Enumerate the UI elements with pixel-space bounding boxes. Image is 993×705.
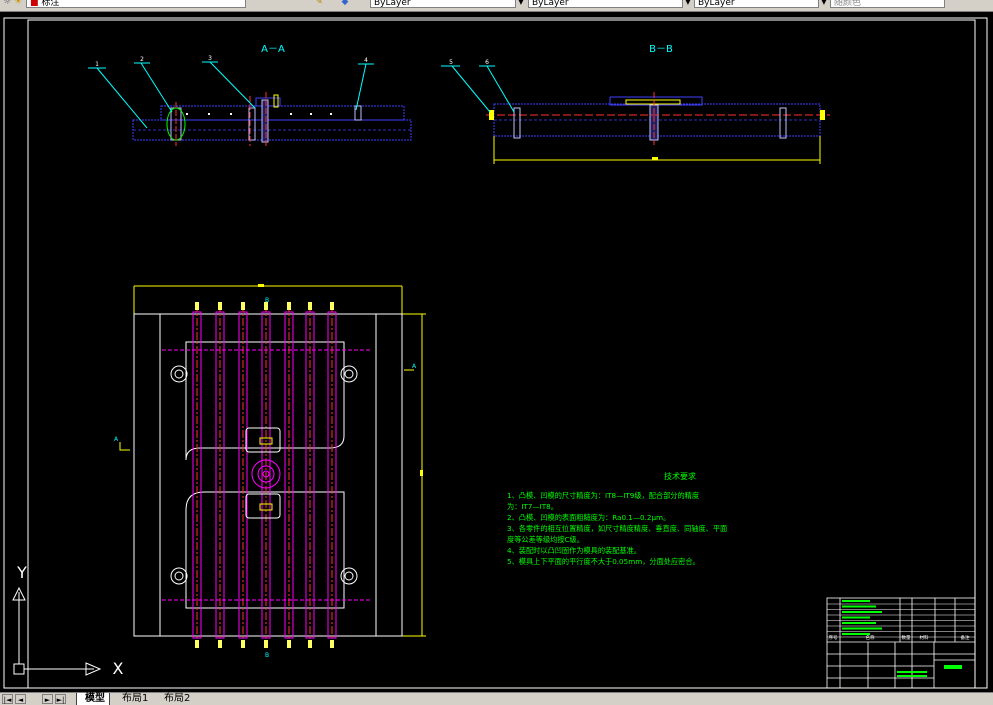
leader-6 [486,65,515,113]
layout-tab-bar: |◄ ◄ ► ►| 模型 布局1 布局2 [0,692,993,705]
tech-title: 技术要求 [664,471,696,481]
technical-requirements: 技术要求 1、凸模、凹模的尺寸精度为：IT8—IT9级，配合部分的精度 为：IT… [507,471,727,566]
leader-5 [451,65,491,113]
rod-end-nut [330,302,334,310]
rod-end-nut [308,302,312,310]
view-marker-b-bottom: B [265,652,269,659]
balloon-5: 5 [449,59,453,66]
lock-icon: ■ [30,0,39,8]
plot-style-value: 随颜色 [834,0,862,8]
layer-previous-icon[interactable]: ◆ [340,0,350,7]
rod-end-nut [287,302,291,310]
plan-upper-plate [185,341,345,461]
first-tab-button[interactable]: |◄ [2,694,13,704]
lineweight-value: ByLayer [698,0,735,8]
balloon-4: 4 [364,57,368,64]
balloon-3: 3 [208,55,212,62]
tech-line-6: 4、装配时以凸凹固作为模具的装配基准。 [507,546,641,555]
drawing-canvas[interactable]: A－A 1 2 3 4 B－B 5 6 A A B B 技术要求 1、凸模、凹模… [0,12,993,692]
title-block [826,597,976,689]
tech-line-1: 1、凸模、凹模的尺寸精度为：IT8—IT9级，配合部分的精度 [507,491,699,500]
section-aa-view: A－A 1 2 3 4 [88,44,412,146]
layer-dropdown[interactable]: ■ 标注 [26,0,246,8]
tech-line-2: 为：IT7—IT8。 [507,502,558,511]
layer-name: 标注 [41,0,60,8]
leader-1 [96,67,148,129]
rod-end-nut [308,640,312,648]
color-dropdown-arrow[interactable]: ▼ [515,0,526,8]
title-block-header: 序号 名称 数量 材料 备注 [829,634,970,677]
tb-label-name: 名称 [866,634,875,641]
section-bb-title: B－B [649,44,673,55]
plan-base-outline [133,313,403,637]
balloon-2: 2 [140,56,144,63]
tb-label-no: 序号 [829,634,838,641]
plan-lower-plate [185,491,345,609]
leader-2 [140,62,173,113]
properties-toolbar: ☼ ☀ ■ 标注 ✎ ◆ ByLayer ▼ ByLayer ▼ ByLayer… [0,0,993,12]
ucs-x-label: X [113,659,124,678]
rod-end-nut [195,640,199,648]
plan-view: A A B B [114,284,426,659]
ucs-y-label: Y [16,563,27,582]
layer-state-icon[interactable]: ☼ [2,0,12,7]
prev-tab-button[interactable]: ◄ [15,694,26,704]
last-tab-button[interactable]: ►| [55,694,66,704]
rod-end-nut [241,640,245,648]
leader-4 [355,63,367,111]
rod-end-nut [264,640,268,648]
sun-icon[interactable]: ☀ [13,0,23,7]
ucs-icon: X Y [12,563,124,678]
rod-end-nut [287,640,291,648]
plan-lower-punch [245,493,281,519]
color-value: ByLayer [374,0,411,8]
outer-frame [3,17,988,689]
plan-guide-rods [192,302,337,648]
tb-drawing-name [944,665,962,669]
tech-line-5: 度等公差等级均按C级。 [507,535,584,544]
leader-3 [209,61,256,109]
linetype-value: ByLayer [532,0,569,8]
view-marker-b-top: B [265,297,269,304]
tab-model[interactable]: 模型 [76,693,110,705]
section-bb-view: B－B 5 6 [441,44,830,164]
tb-label-material: 材料 [920,634,929,641]
rod-end-nut [195,302,199,310]
balloon-1: 1 [95,61,99,68]
tb-label-qty: 数量 [902,634,911,641]
lineweight-dropdown-arrow[interactable]: ▼ [818,0,829,8]
view-marker-a-right: A [412,363,417,370]
lineweight-dropdown[interactable]: ByLayer [694,0,824,8]
aa-punch [261,99,269,143]
view-marker-a-left: A [114,436,119,443]
rod-end-nut [330,640,334,648]
tech-line-4: 3、各零件的相互位置精度，如尺寸精度精度、垂直度、同轴度、平面 [507,524,727,533]
plot-style-dropdown[interactable]: 随颜色 [830,0,945,8]
linetype-dropdown-arrow[interactable]: ▼ [682,0,693,8]
rod-end-nut [241,302,245,310]
drawing-svg: A－A 1 2 3 4 B－B 5 6 A A B B 技术要求 1、凸模、凹模… [3,17,988,689]
tab-layout2[interactable]: 布局2 [156,693,194,705]
tab-layout1[interactable]: 布局1 [114,693,152,705]
linetype-dropdown[interactable]: ByLayer [528,0,688,8]
tech-line-3: 2、凸模、凹模的表面粗糙度为：Ra0.1—0.2μm。 [507,513,670,522]
color-dropdown[interactable]: ByLayer [370,0,520,8]
plan-corner-holes [170,365,358,585]
section-aa-title: A－A [261,44,285,55]
tech-line-7: 5、模具上下平面的平行度不大于0.05mm，分面处应密合。 [507,557,700,566]
rod-end-nut [218,302,222,310]
balloon-6: 6 [485,59,489,66]
rod-end-nut [218,640,222,648]
tb-label-remark: 备注 [961,634,970,641]
make-current-icon[interactable]: ✎ [314,0,324,7]
aa-upper-plate [160,105,405,121]
next-tab-button[interactable]: ► [42,694,53,704]
